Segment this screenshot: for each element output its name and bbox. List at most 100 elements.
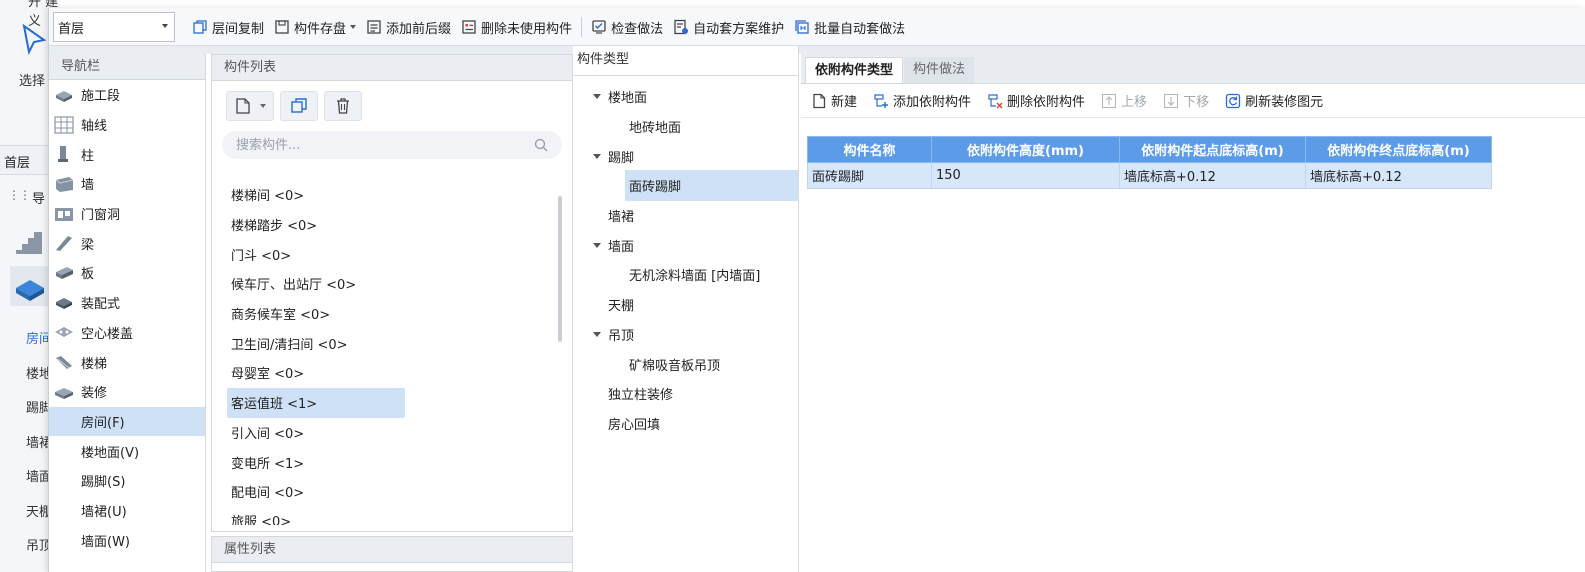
list-item[interactable]: 门斗 <0> — [227, 239, 405, 269]
list-item-selected[interactable]: 客运值班 <1> — [227, 387, 405, 418]
detail-pane: 依附构件类型 构件做法 新建 添加依附构件 删除依附构件 上移 下移 刷新装修图… — [801, 54, 1585, 572]
new-component-button[interactable] — [226, 91, 274, 121]
tree-node[interactable]: 天棚 — [573, 290, 798, 320]
search-icon[interactable] — [534, 138, 548, 152]
floor-select-value: 首层 — [58, 21, 85, 37]
table-cell[interactable]: 150 — [931, 162, 1120, 189]
batch-auto-label: 批量自动套做法 — [814, 21, 906, 37]
select-arrow-icon[interactable] — [18, 22, 48, 56]
decoration-icon[interactable] — [10, 266, 50, 306]
nav-subitem-room[interactable]: 房间(F) — [49, 406, 205, 437]
nav-item-slab[interactable]: 板 — [49, 258, 205, 288]
caret-down-icon[interactable] — [593, 153, 601, 159]
move-up-button[interactable]: 上移 — [1101, 91, 1147, 110]
nav-item-wall[interactable]: 墙 — [49, 169, 205, 199]
nav-item-grid-axis[interactable]: 轴线 — [49, 110, 205, 140]
table-cell[interactable]: 墙底标高+0.12 — [1305, 162, 1492, 189]
tree-node[interactable]: 独立柱装修 — [573, 379, 798, 409]
nav-item-hollow-floor[interactable]: 空心楼盖 — [49, 318, 205, 348]
batch-auto-icon — [795, 20, 809, 34]
add-attached-button[interactable]: 添加依附构件 — [873, 91, 971, 110]
tree-node[interactable]: 踢脚 — [573, 141, 798, 171]
table-header[interactable]: 构件名称 — [807, 136, 932, 163]
nav-item-column[interactable]: 柱 — [49, 139, 205, 169]
nav-item-label: 柱 — [81, 148, 95, 164]
caret-down-icon[interactable] — [593, 242, 601, 248]
list-item[interactable]: 候车厅、出站厅 <0> — [227, 269, 405, 299]
new-button-label: 新建 — [831, 95, 858, 110]
tree-node-label: 独立柱装修 — [608, 388, 674, 404]
tree-leaf-selected[interactable]: 面砖踢脚 — [573, 170, 798, 202]
save-component-button[interactable]: 构件存盘 — [269, 8, 361, 46]
caret-down-icon[interactable] — [593, 94, 601, 100]
table-header[interactable]: 依附构件终点底标高(m) — [1305, 136, 1492, 163]
check-method-button[interactable]: 检查做法 — [586, 8, 668, 46]
delete-attached-icon — [988, 93, 1003, 108]
list-item[interactable]: 引入间 <0> — [227, 418, 405, 448]
nav-subitem-label: 墙裙(U) — [81, 504, 127, 520]
tree-node[interactable]: 吊顶 — [573, 320, 798, 350]
table-header[interactable]: 依附构件高度(mm) — [931, 136, 1120, 163]
move-down-button[interactable]: 下移 — [1163, 91, 1209, 110]
add-attached-label: 添加依附构件 — [893, 95, 972, 110]
add-affix-button[interactable]: 添加前后缀 — [361, 8, 456, 46]
nav-item-construction-segment[interactable]: 施工段 — [49, 80, 205, 110]
list-item[interactable]: 配电间 <0> — [227, 477, 405, 507]
stair-icon[interactable] — [12, 224, 46, 258]
list-item[interactable]: 旅服 <0> — [227, 507, 405, 525]
nav-item-label: 施工段 — [81, 89, 121, 105]
nav-item-prefab[interactable]: 装配式 — [49, 288, 205, 318]
refresh-decoration-button[interactable]: 刷新装修图元 — [1225, 91, 1323, 110]
tree-node[interactable]: 房心回填 — [573, 409, 798, 439]
delete-unused-button[interactable]: 删除未使用构件 — [456, 8, 577, 46]
list-item[interactable]: 变电所 <1> — [227, 447, 405, 477]
nav-item-stair[interactable]: 楼梯 — [49, 347, 205, 377]
component-type-tree: 构件类型 楼地面 地砖地面 踢脚 面砖踢脚 墙裙 墙面 无机涂料墙面 [内墙面]… — [573, 46, 799, 572]
nav-item-beam[interactable]: 梁 — [49, 228, 205, 258]
new-button[interactable]: 新建 — [811, 91, 857, 110]
copy-component-button[interactable] — [280, 91, 318, 121]
tree-node[interactable]: 墙裙 — [573, 201, 798, 231]
delete-component-button[interactable] — [324, 91, 362, 121]
delete-attached-button[interactable]: 删除依附构件 — [987, 91, 1085, 110]
table-cell[interactable]: 墙底标高+0.12 — [1119, 162, 1306, 189]
nav-subitem-dado[interactable]: 墙裙(U) — [49, 496, 205, 526]
tab-component-method[interactable]: 构件做法 — [904, 57, 975, 83]
floor-select[interactable]: 首层 — [53, 12, 175, 42]
caret-down-icon[interactable] — [593, 331, 601, 337]
nav-item-decoration[interactable]: 装修 — [49, 377, 205, 407]
nav-subitem-floor-surface[interactable]: 楼地面(V) — [49, 436, 205, 466]
tree-leaf[interactable]: 矿棉吸音板吊顶 — [573, 349, 798, 379]
tree-leaf[interactable]: 无机涂料墙面 [内墙面] — [573, 260, 798, 290]
tree-node-label: 楼地面 — [608, 91, 648, 107]
component-search-input[interactable] — [222, 131, 562, 159]
hollow-floor-icon — [55, 327, 73, 338]
tree-node-label: 墙裙 — [608, 210, 635, 226]
table-header[interactable]: 依附构件起点底标高(m) — [1119, 136, 1306, 163]
component-list-scrollbar[interactable] — [558, 196, 562, 342]
list-item-label: 楼梯间 <0> — [231, 189, 305, 205]
list-item[interactable]: 楼梯踏步 <0> — [227, 210, 405, 240]
tree-body: 楼地面 地砖地面 踢脚 面砖踢脚 墙裙 墙面 无机涂料墙面 [内墙面] 天棚 吊… — [573, 76, 798, 438]
add-affix-label: 添加前后缀 — [386, 21, 452, 37]
nav-item-door-window[interactable]: 门窗洞 — [49, 199, 205, 229]
tab-attached-types[interactable]: 依附构件类型 — [805, 57, 904, 83]
list-item[interactable]: 商务候车室 <0> — [227, 299, 405, 329]
batch-auto-button[interactable]: 批量自动套做法 — [789, 8, 910, 46]
auto-scheme-button[interactable]: 自动套方案维护 — [668, 8, 789, 46]
tree-node[interactable]: 墙面 — [573, 230, 798, 260]
nav-subitem-wall-surface[interactable]: 墙面(W) — [49, 525, 205, 555]
table-row[interactable]: 面砖踢脚 150 墙底标高+0.12 墙底标高+0.12 — [807, 162, 1492, 189]
list-item-label: 商务候车室 <0> — [231, 308, 331, 324]
move-up-label: 上移 — [1121, 95, 1148, 110]
copy-layers-button[interactable]: 层间复制 — [187, 8, 269, 46]
nav-subitem-skirting[interactable]: 踢脚(S) — [49, 466, 205, 496]
delete-attached-label: 删除依附构件 — [1007, 95, 1086, 110]
list-item[interactable]: 楼梯间 <0> — [227, 180, 405, 210]
tree-leaf[interactable]: 地砖地面 — [573, 112, 798, 142]
panel-strip — [49, 46, 1585, 54]
list-item[interactable]: 卫生间/清扫间 <0> — [227, 328, 405, 358]
table-cell[interactable]: 面砖踢脚 — [807, 162, 932, 189]
list-item[interactable]: 母婴室 <0> — [227, 358, 405, 388]
tree-node[interactable]: 楼地面 — [573, 82, 798, 112]
